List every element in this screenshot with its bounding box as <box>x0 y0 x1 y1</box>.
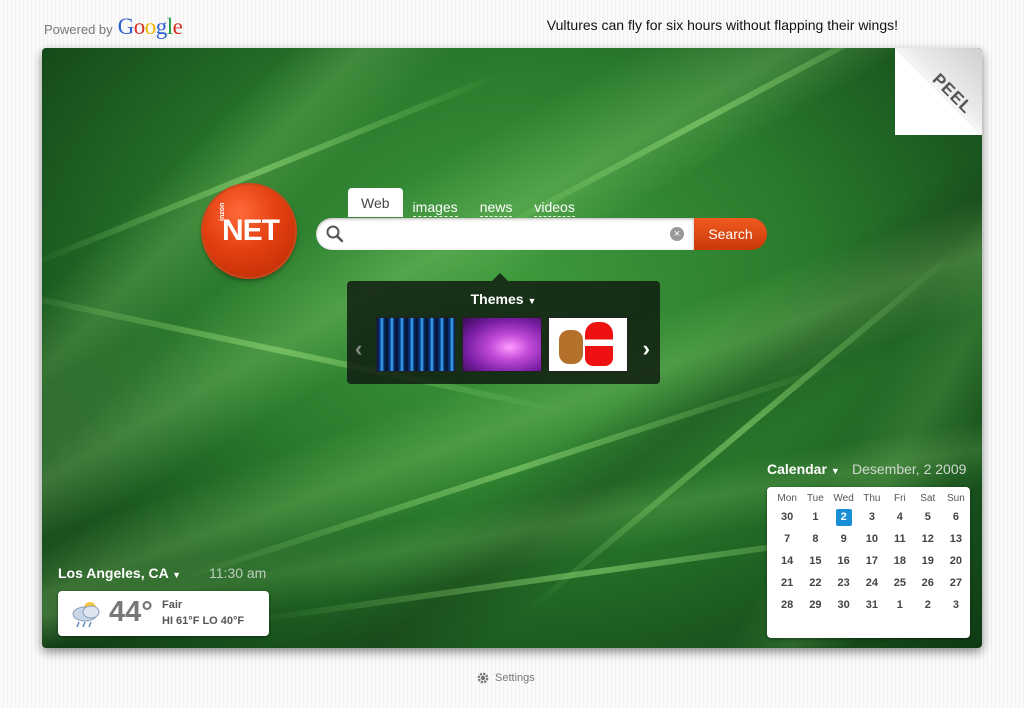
theme-thumbnail-purple-wave[interactable] <box>462 317 542 372</box>
weekday-label: Tue <box>806 493 824 504</box>
calendar-day[interactable]: 15 <box>801 550 829 572</box>
calendar-day[interactable]: 20 <box>942 550 970 572</box>
chevron-down-icon: ▼ <box>527 296 537 306</box>
tab-web[interactable]: Web <box>348 188 403 217</box>
weather-location[interactable]: Los Angeles, CA ▼ <box>58 565 181 581</box>
weekday-label: Wed <box>833 493 854 504</box>
calendar-day[interactable]: 24 <box>858 572 886 594</box>
search-input[interactable] <box>348 218 662 252</box>
temperature: 44° <box>109 596 153 628</box>
tab-news[interactable]: news <box>479 199 513 217</box>
calendar-day[interactable]: 6 <box>942 506 970 528</box>
chevron-right-icon[interactable]: › <box>643 336 650 362</box>
calendar-day[interactable]: 10 <box>858 528 886 550</box>
settings-link[interactable]: Settings <box>476 671 535 685</box>
current-time: 11:30 am <box>209 565 267 581</box>
today-marker: 2 <box>835 508 852 526</box>
calendar-day[interactable]: 30 <box>773 506 801 528</box>
calendar-widget: Mon Tue Wed Thu Fri Sat Sun 30 1 2 3 4 5… <box>767 487 970 638</box>
calendar-day[interactable]: 13 <box>942 528 970 550</box>
calendar-day[interactable]: 25 <box>886 572 914 594</box>
cloud-rain-icon <box>72 602 100 628</box>
calendar-day[interactable]: 3 <box>942 594 970 616</box>
calendar-day[interactable]: 4 <box>886 506 914 528</box>
calendar-day[interactable]: 1 <box>801 506 829 528</box>
calendar-day[interactable]: 28 <box>773 594 801 616</box>
chevron-down-icon: ▼ <box>172 570 182 580</box>
calendar-day[interactable]: 2 <box>914 594 942 616</box>
calendar-day[interactable]: 29 <box>801 594 829 616</box>
calendar-weekday-row: Mon Tue Wed Thu Fri Sat Sun <box>773 491 970 506</box>
search-icon <box>326 225 344 243</box>
themes-title[interactable]: Themes ▼ <box>347 291 660 307</box>
weather-widget: 44° Fair HI 61°F LO 40°F <box>58 591 269 636</box>
weekday-label: Fri <box>894 493 906 504</box>
google-logo[interactable]: Google <box>118 14 183 40</box>
calendar-day[interactable]: 23 <box>829 572 857 594</box>
powered-by-label: Powered by <box>44 22 113 37</box>
search-tabs: Web images news videos <box>348 188 597 217</box>
calendar-title[interactable]: Calendar ▼ <box>767 461 840 477</box>
calendar-day[interactable]: 30 <box>829 594 857 616</box>
logo-net-text: NET <box>222 214 280 247</box>
weekday-label: Mon <box>777 493 797 504</box>
search-box: × <box>316 218 694 252</box>
calendar-day[interactable]: 12 <box>914 528 942 550</box>
calendar-day[interactable]: 8 <box>801 528 829 550</box>
calendar-day[interactable]: 21 <box>773 572 801 594</box>
calendar-day[interactable]: 18 <box>886 550 914 572</box>
background-stage: PEEL inzon NET Web images news videos × … <box>42 48 982 648</box>
weekday-label: Thu <box>863 493 881 504</box>
settings-label: Settings <box>495 672 535 684</box>
calendar-week-row: 7 8 9 10 11 12 13 <box>773 528 970 550</box>
theme-thumbnail-blue-lights[interactable] <box>376 317 456 372</box>
calendar-week-row: 28 29 30 31 1 2 3 <box>773 594 970 616</box>
powered-by-google: Powered by Google <box>44 14 183 40</box>
santa-icon <box>585 322 613 366</box>
calendar-day[interactable]: 1 <box>886 594 914 616</box>
theme-thumbnail-santa[interactable] <box>548 317 628 372</box>
calendar-day[interactable]: 11 <box>886 528 914 550</box>
weekday-label: Sun <box>946 493 965 504</box>
calendar-day-today[interactable]: 2 <box>829 506 857 528</box>
calendar-day[interactable]: 3 <box>858 506 886 528</box>
tab-videos[interactable]: videos <box>534 199 575 217</box>
gear-icon <box>477 672 489 684</box>
weather-condition: Fair <box>162 599 183 611</box>
weather-hi-lo: HI 61°F LO 40°F <box>162 615 245 627</box>
calendar-day[interactable]: 9 <box>829 528 857 550</box>
calendar-day[interactable]: 27 <box>942 572 970 594</box>
calendar-day[interactable]: 16 <box>829 550 857 572</box>
calendar-day[interactable]: 19 <box>914 550 942 572</box>
chevron-down-icon: ▼ <box>830 466 840 476</box>
calendar-week-row: 21 22 23 24 25 26 27 <box>773 572 970 594</box>
calendar-day[interactable]: 14 <box>773 550 801 572</box>
calendar-day[interactable]: 22 <box>801 572 829 594</box>
weekday-label: Sat <box>920 493 936 504</box>
calendar-date: Desember, 2 2009 <box>852 461 967 477</box>
tab-images[interactable]: images <box>412 199 458 217</box>
calendar-day[interactable]: 17 <box>858 550 886 572</box>
fun-fact: Vultures can fly for six hours without f… <box>546 17 898 33</box>
calendar-day[interactable]: 31 <box>858 594 886 616</box>
chevron-left-icon[interactable]: ‹ <box>355 336 362 362</box>
clear-icon[interactable]: × <box>670 227 684 241</box>
search-button[interactable]: Search <box>694 218 767 250</box>
calendar-week-row: 14 15 16 17 18 19 20 <box>773 550 970 572</box>
inzonet-logo[interactable]: inzon NET <box>203 185 295 277</box>
calendar-day[interactable]: 7 <box>773 528 801 550</box>
calendar-day[interactable]: 5 <box>914 506 942 528</box>
calendar-week-row: 30 1 2 3 4 5 6 <box>773 506 970 528</box>
reindeer-icon <box>559 330 583 364</box>
themes-panel: Themes ▼ ‹ › <box>347 273 660 384</box>
calendar-day[interactable]: 26 <box>914 572 942 594</box>
